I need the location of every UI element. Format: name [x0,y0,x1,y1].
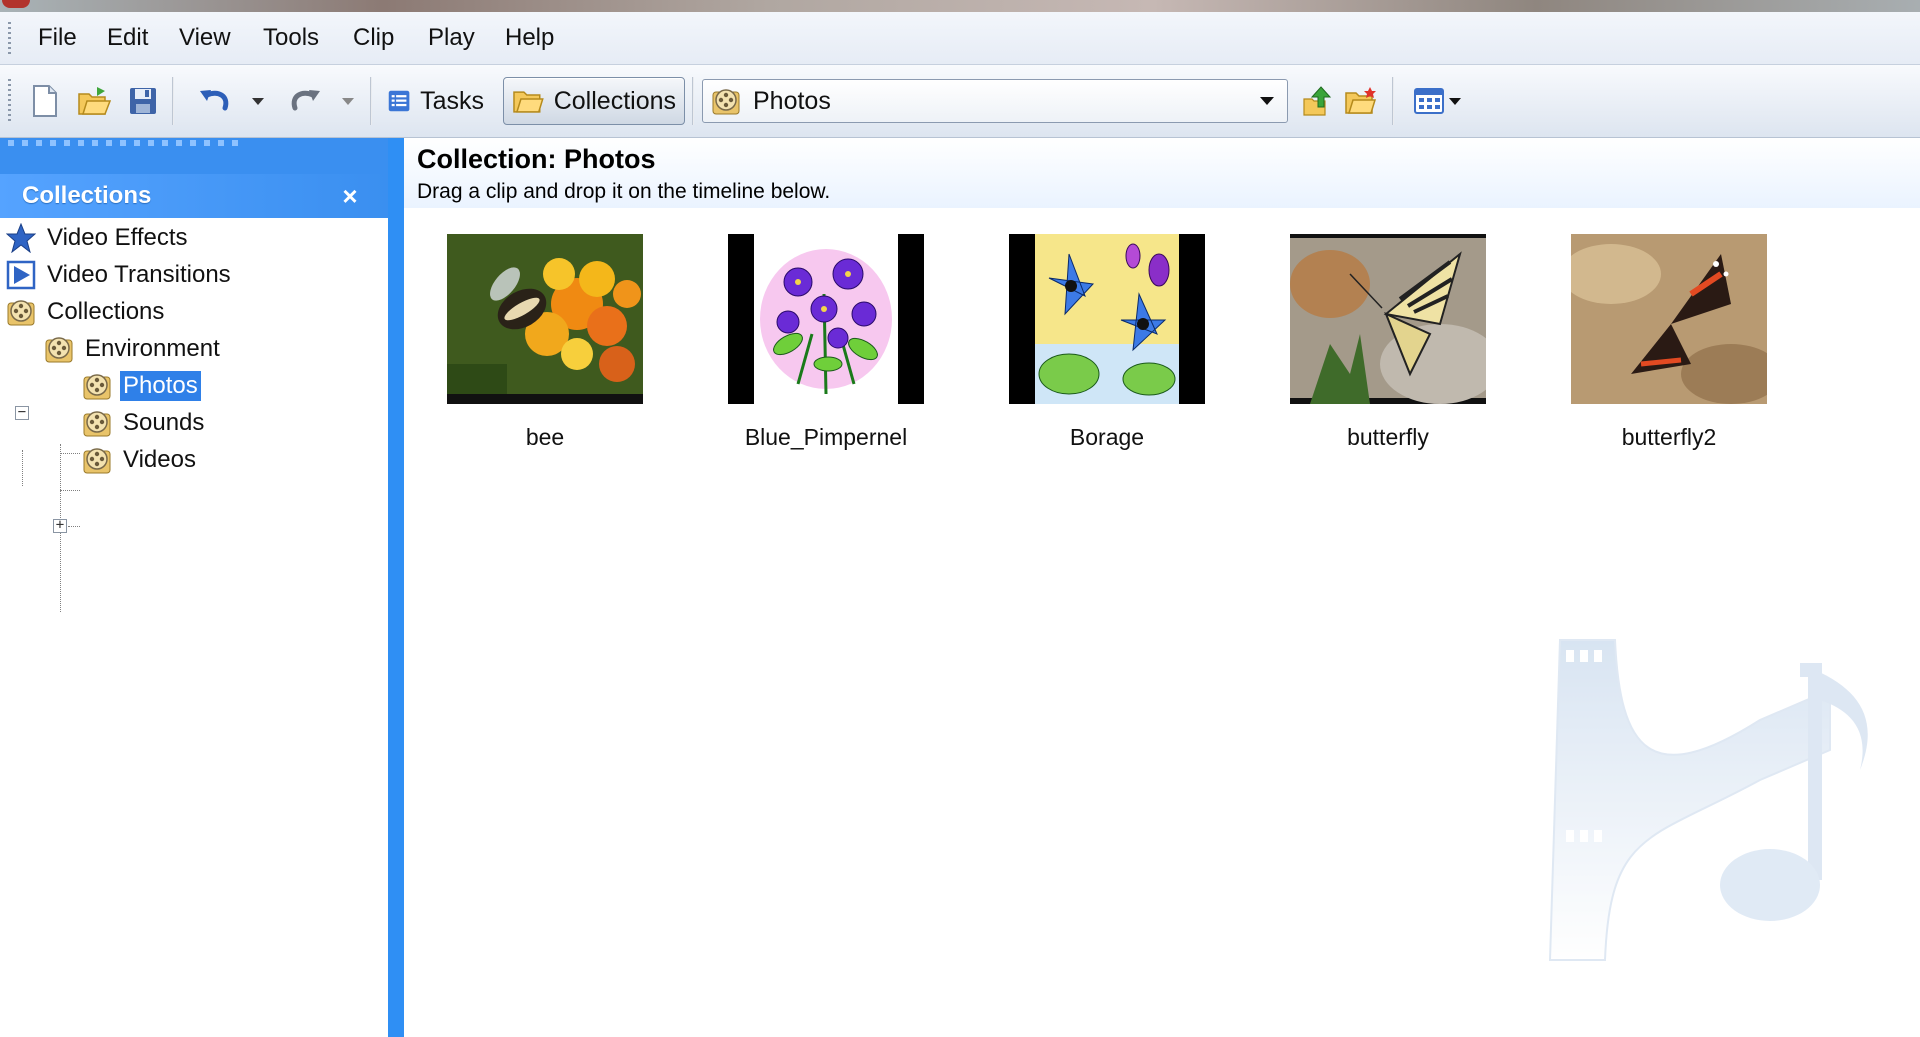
new-project-button[interactable] [24,79,66,123]
pane-decoration [0,138,388,174]
tree-item-videos[interactable]: Videos [82,442,199,478]
expand-videos-toggle[interactable]: + [53,518,67,533]
film-reel-icon [82,371,112,401]
menu-clip[interactable]: Clip [347,12,400,64]
up-level-icon [1303,86,1332,116]
tree-label: Sounds [123,409,205,436]
tree-item-environment[interactable]: Environment [44,331,223,367]
collection-title: Collection: Photos [417,144,656,174]
film-reel-icon [712,89,740,115]
tree-item-video-effects[interactable]: Video Effects [6,220,191,256]
collections-pane: Collections × − + Video Effects Video Tr… [0,138,388,1037]
clip-image [447,234,643,404]
collapse-environment-toggle[interactable]: − [15,405,29,420]
pane-splitter[interactable] [388,138,404,1037]
menu-tools[interactable]: Tools [257,12,325,64]
menu-play[interactable]: Play [422,12,481,64]
combo-arrow[interactable] [1247,80,1287,122]
chevron-down-icon [1449,98,1461,105]
film-reel-icon [6,297,36,327]
thumbnails-view-icon [1414,88,1444,114]
tree-label: Video Transitions [47,261,231,288]
menu-view[interactable]: View [173,12,237,64]
tree-item-sounds[interactable]: Sounds [82,405,207,441]
chevron-down-icon [1260,97,1274,105]
tree-label-selected: Photos [120,371,201,401]
task-list-icon [388,90,410,112]
film-reel-icon [82,445,112,475]
tree-label: Collections [47,298,165,325]
menu-bar: File Edit View Tools Clip Play Help [0,12,1920,65]
tree-connector [60,453,80,454]
toolbar-separator [172,77,174,125]
undo-dropdown[interactable] [246,79,270,123]
menu-grip[interactable] [8,22,11,56]
film-reel-icon [44,334,74,364]
clip-name: Blue_Pimpernel [744,424,908,450]
clip-name: butterfly2 [1621,424,1717,450]
clip-name: butterfly [1347,424,1429,450]
floppy-disk-icon [130,88,156,114]
toolbar-separator [370,77,372,125]
tree-item-photos[interactable]: Photos [82,368,201,404]
tasks-label: Tasks [420,86,484,115]
menu-file[interactable]: File [32,12,83,64]
menu-help[interactable]: Help [499,12,560,64]
content-header: Collection: Photos Drag a clip and drop … [404,138,1920,208]
collections-button[interactable]: Collections [503,77,685,125]
save-project-button[interactable] [122,79,164,123]
menu-edit[interactable]: Edit [101,12,154,64]
app-logo-icon [2,0,30,8]
tree-connector [68,526,80,527]
tasks-button[interactable]: Tasks [380,77,492,125]
chevron-down-icon [252,98,264,105]
toolbar-separator [692,77,694,125]
close-pane-button[interactable]: × [334,180,366,212]
pane-header: Collections × [0,174,388,218]
views-button[interactable] [1408,79,1468,123]
tree-label: Videos [123,446,196,473]
clip-image [1571,234,1767,404]
undo-button[interactable] [194,79,236,123]
toolbar: Tasks Collections Photos [0,65,1920,138]
collection-instructions: Drag a clip and drop it on the timeline … [417,180,831,203]
folder-icon [513,91,544,113]
new-collection-folder-button[interactable] [1340,79,1382,123]
clip-name: bee [525,424,565,450]
star-icon [6,223,36,253]
chevron-down-icon [342,98,354,105]
toolbar-grip[interactable] [8,79,11,123]
up-one-level-button[interactable] [1296,79,1338,123]
clip-name: Borage [1069,424,1145,450]
redo-dropdown[interactable] [336,79,360,123]
tree-connector [22,450,23,486]
redo-button[interactable] [284,79,326,123]
redo-arrow-icon [291,90,320,111]
tree-label: Environment [85,335,220,362]
new-document-icon [33,85,57,117]
tree-item-video-transitions[interactable]: Video Transitions [6,257,234,293]
open-folder-icon [78,87,111,115]
movie-maker-watermark-icon [1548,639,1868,961]
toolbar-separator [1392,77,1394,125]
collections-label: Collections [553,86,676,115]
collection-location-dropdown[interactable]: Photos [702,79,1288,123]
tree-item-collections[interactable]: Collections [6,294,167,330]
pane-title: Collections [22,182,152,209]
location-value: Photos [753,86,831,115]
clip-image [728,234,924,404]
transition-icon [6,260,36,290]
new-folder-icon [1345,87,1377,114]
film-reel-icon [82,408,112,438]
clip-image [1290,234,1486,404]
tree-connector [60,490,80,491]
clip-image [1009,234,1205,404]
open-project-button[interactable] [73,79,115,123]
undo-arrow-icon [200,90,229,111]
tree-label: Video Effects [47,224,188,251]
window-title-strip [0,0,1920,12]
